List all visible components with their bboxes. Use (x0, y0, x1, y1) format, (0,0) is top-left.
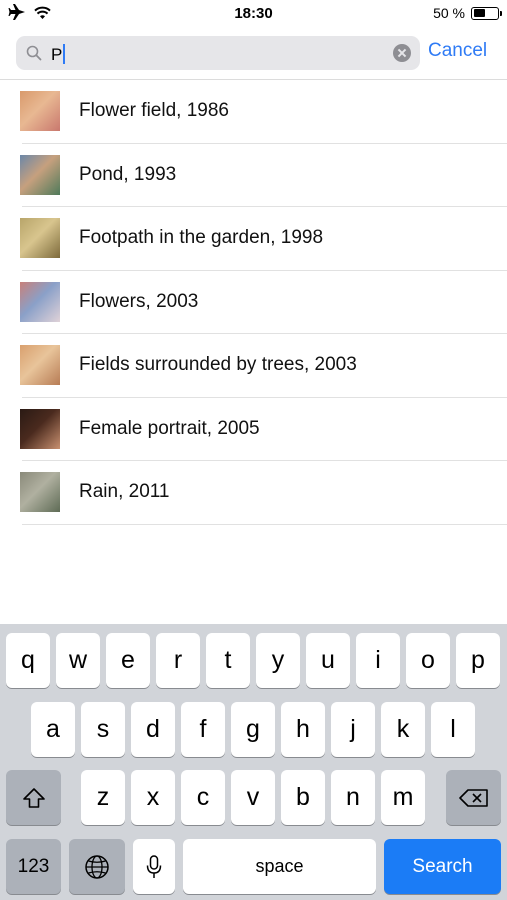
battery-fill (473, 9, 485, 17)
artwork-thumbnail (20, 91, 60, 131)
search-icon (26, 45, 42, 61)
status-time: 18:30 (234, 5, 273, 22)
search-key[interactable]: Search (384, 839, 501, 894)
key-w[interactable]: w (56, 633, 100, 688)
key-b[interactable]: b (281, 770, 325, 825)
result-title: Female portrait, 2005 (79, 417, 260, 439)
key-q[interactable]: q (6, 633, 50, 688)
key-x[interactable]: x (131, 770, 175, 825)
delete-key[interactable] (446, 770, 501, 825)
battery-icon (471, 6, 502, 20)
result-title: Pond, 1993 (79, 163, 177, 185)
key-s[interactable]: s (81, 702, 125, 757)
result-row[interactable]: Flower field, 1986 (0, 80, 507, 144)
result-title: Flower field, 1986 (79, 100, 229, 121)
result-row[interactable]: Female portrait, 2005 (0, 398, 507, 461)
key-l[interactable]: l (431, 702, 475, 757)
row-separator (22, 523, 507, 525)
result-row[interactable]: Footpath in the garden, 1998 (0, 207, 507, 271)
results-list: Flower field, 1986 Pond, 1993 Footpath in … (0, 80, 507, 525)
search-query: P (51, 45, 63, 64)
artwork-thumbnail (20, 408, 60, 449)
key-g[interactable]: g (231, 702, 275, 757)
key-t[interactable]: t (206, 633, 250, 688)
search-input[interactable]: P (51, 44, 66, 65)
dictation-key[interactable] (133, 839, 175, 894)
key-o[interactable]: o (406, 633, 450, 688)
search-bar: P Cancel (0, 34, 507, 80)
artwork-thumbnail (20, 154, 60, 195)
artwork-thumbnail (20, 345, 60, 385)
result-row[interactable]: Pond, 1993 (0, 144, 507, 207)
keyboard: q w e r t y u i o p a s d f g h j k l z x c v b n m 123 space Search (0, 624, 507, 900)
key-c[interactable]: c (181, 770, 225, 825)
key-p[interactable]: p (456, 633, 500, 688)
clear-search-button[interactable] (393, 44, 411, 62)
globe-icon (85, 854, 109, 879)
key-v[interactable]: v (231, 770, 275, 825)
result-row[interactable]: Fields surrounded by trees, 2003 (0, 334, 507, 398)
result-row[interactable]: Rain, 2011 (0, 461, 507, 525)
battery-percent: 50 % (433, 5, 465, 21)
cancel-button[interactable]: Cancel (428, 40, 487, 62)
key-e[interactable]: e (106, 633, 150, 688)
key-f[interactable]: f (181, 702, 225, 757)
microphone-icon (146, 854, 162, 878)
search-field[interactable]: P (16, 36, 420, 70)
key-j[interactable]: j (331, 702, 375, 757)
artwork-thumbnail (20, 218, 60, 258)
result-title: Flowers, 2003 (79, 290, 199, 312)
result-title: Rain, 2011 (79, 481, 170, 502)
status-bar: 18:30 50 % (0, 0, 507, 28)
status-right: 50 % (433, 5, 502, 21)
key-i[interactable]: i (356, 633, 400, 688)
space-key[interactable]: space (183, 839, 376, 894)
text-caret (63, 44, 66, 64)
key-u[interactable]: u (306, 633, 350, 688)
artwork-thumbnail (20, 281, 60, 322)
result-title: Footpath in the garden, 1998 (79, 227, 324, 248)
shift-key[interactable] (6, 770, 61, 825)
artwork-thumbnail (20, 472, 60, 512)
key-z[interactable]: z (81, 770, 125, 825)
key-r[interactable]: r (156, 633, 200, 688)
backspace-icon (458, 788, 488, 807)
key-n[interactable]: n (331, 770, 375, 825)
shift-icon (22, 787, 45, 808)
key-m[interactable]: m (381, 770, 425, 825)
result-title: Fields surrounded by trees, 2003 (79, 354, 357, 375)
key-a[interactable]: a (31, 702, 75, 757)
key-k[interactable]: k (381, 702, 425, 757)
key-y[interactable]: y (256, 633, 300, 688)
key-d[interactable]: d (131, 702, 175, 757)
globe-key[interactable] (69, 839, 125, 894)
key-h[interactable]: h (281, 702, 325, 757)
numbers-key[interactable]: 123 (6, 839, 61, 894)
result-row[interactable]: Flowers, 2003 (0, 271, 507, 334)
